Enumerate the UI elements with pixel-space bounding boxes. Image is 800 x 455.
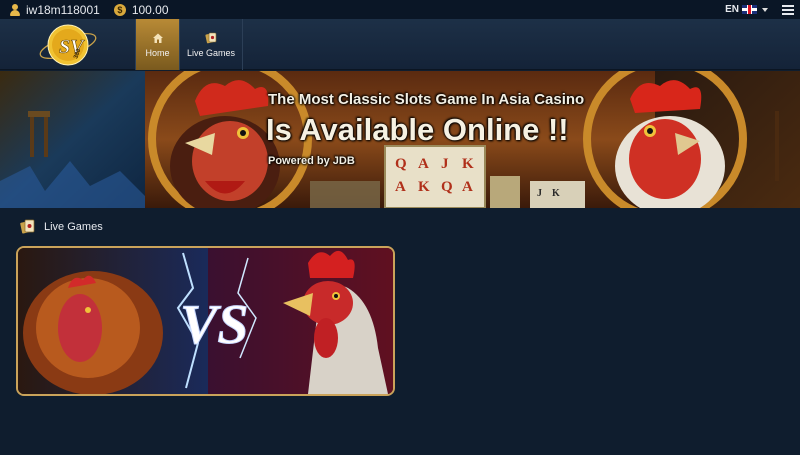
uk-flag-icon (742, 5, 757, 14)
live-games-section-header: Live Games (20, 219, 103, 234)
language-selector[interactable]: EN (725, 4, 768, 15)
username: iw18m118001 (26, 2, 100, 17)
banner-title: Is Available Online !! (266, 112, 569, 147)
slot-tile: J (537, 188, 542, 199)
coin-icon: $ (113, 3, 126, 16)
section-title: Live Games (44, 220, 103, 233)
slot-tile: K (552, 188, 560, 199)
slot-tile: Q (395, 156, 407, 172)
promo-banner[interactable]: Q A J K A K Q A J K The Most Classic Slo… (0, 71, 800, 208)
hamburger-menu-icon[interactable] (782, 4, 794, 15)
chevron-down-icon (762, 7, 768, 12)
slot-tile: A (395, 179, 406, 195)
tab-live-games-label: Live Games (186, 47, 236, 58)
home-icon (152, 33, 163, 43)
main-navbar: SV 388 Home Live Games (0, 19, 800, 70)
top-status-bar: iw18m118001 $ 100.00 EN (0, 0, 800, 19)
user-icon (9, 3, 21, 16)
language-code: EN (725, 4, 739, 15)
tab-home-label: Home (145, 47, 170, 58)
banner-powered-by: Powered by JDB (268, 155, 355, 167)
logo-text: SV (59, 36, 85, 58)
site-logo[interactable]: SV 388 (37, 21, 99, 69)
slot-tile: A (418, 156, 429, 172)
banner-headline: The Most Classic Slots Game In Asia Casi… (268, 91, 585, 108)
slot-tile: Q (441, 179, 453, 195)
tab-home[interactable]: Home (135, 19, 179, 70)
tab-live-games[interactable]: Live Games (179, 19, 243, 70)
user-info: iw18m118001 $ 100.00 (9, 3, 169, 17)
cards-icon (205, 32, 217, 43)
slot-tile: K (462, 156, 474, 172)
cards-icon (20, 219, 35, 234)
slot-tile: J (441, 156, 449, 172)
slot-tile: A (462, 179, 473, 195)
versus-text: VS (180, 294, 249, 356)
slot-tile: K (418, 179, 430, 195)
cockfight-game-card[interactable]: VS (16, 246, 395, 396)
balance: 100.00 (131, 2, 169, 17)
